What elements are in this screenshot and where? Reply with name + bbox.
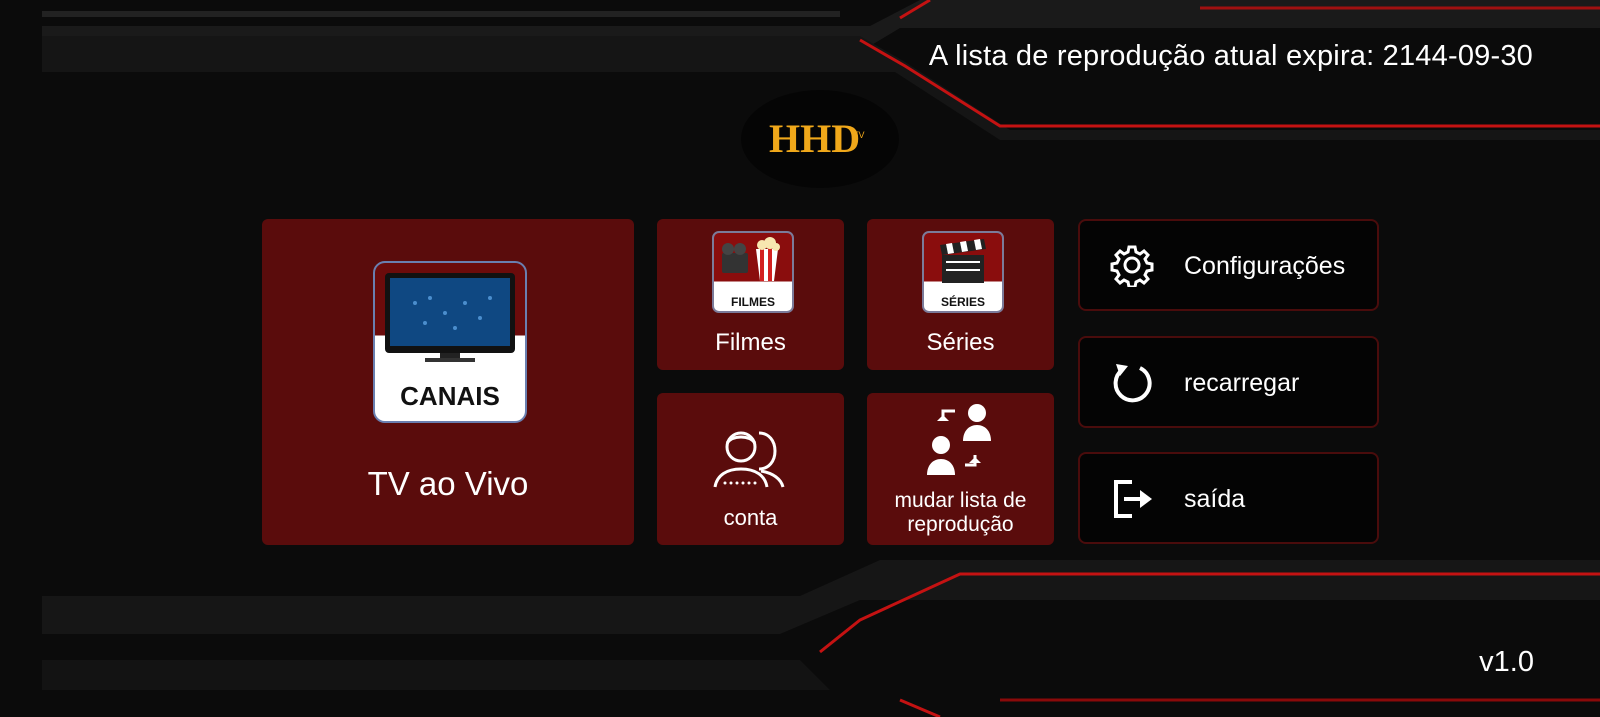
- series-caption: SÉRIES: [940, 295, 985, 309]
- movies-icon: FILMES: [712, 231, 794, 313]
- live-tv-label: TV ao Vivo: [367, 465, 529, 502]
- hhd-tv-logo: HHD TV: [741, 90, 899, 188]
- settings-button[interactable]: Configurações: [1078, 219, 1379, 311]
- exit-icon: [1114, 480, 1152, 518]
- movies-label: Filmes: [715, 329, 786, 356]
- reload-button[interactable]: recarregar: [1078, 336, 1379, 428]
- live-tv-tile[interactable]: CANAIS TV ao Vivo: [262, 219, 634, 545]
- reload-label: recarregar: [1184, 369, 1300, 397]
- app-version: v1.0: [1479, 646, 1534, 678]
- series-label: Séries: [926, 329, 995, 356]
- change-playlist-tile[interactable]: mudar lista de reprodução: [867, 393, 1054, 545]
- canais-tv-icon: CANAIS: [373, 261, 527, 423]
- account-label: conta: [723, 505, 778, 530]
- series-tile[interactable]: SÉRIES Séries: [867, 219, 1054, 370]
- logo-subtext: TV: [853, 130, 865, 140]
- change-playlist-label: mudar lista de reprodução: [894, 489, 1027, 536]
- refresh-icon: [1113, 364, 1152, 403]
- users-icon: [657, 423, 844, 494]
- movies-caption: FILMES: [731, 295, 775, 309]
- exit-label: saída: [1184, 485, 1246, 513]
- account-tile[interactable]: conta: [657, 393, 844, 545]
- exit-button[interactable]: saída: [1078, 452, 1379, 544]
- canais-caption: CANAIS: [400, 381, 500, 411]
- movies-tile[interactable]: FILMES Filmes: [657, 219, 844, 370]
- switch-user-icon: [867, 401, 1054, 482]
- playlist-expiry-text: A lista de reprodução atual expira: 2144…: [928, 40, 1533, 72]
- clapperboard-icon: SÉRIES: [922, 231, 1004, 313]
- settings-label: Configurações: [1184, 252, 1346, 280]
- gear-icon: [1110, 245, 1154, 287]
- logo-text: HHD: [769, 116, 860, 161]
